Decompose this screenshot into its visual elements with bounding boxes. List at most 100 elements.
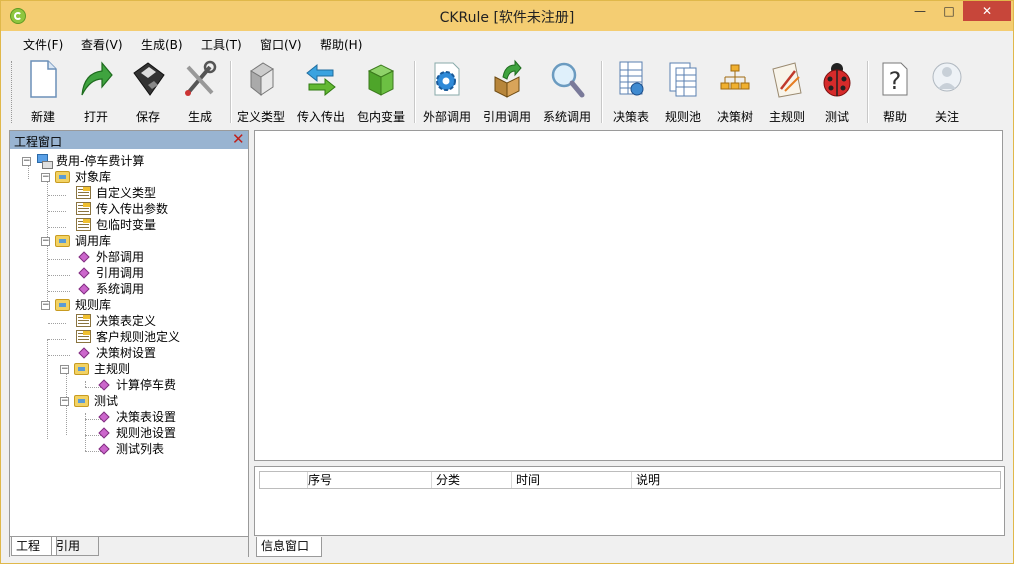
tree-node-external-call[interactable]: 外部调用 bbox=[66, 249, 226, 265]
help-button[interactable]: ? 帮助 bbox=[869, 55, 921, 127]
tab-info-window[interactable]: 信息窗口 bbox=[256, 537, 322, 557]
follow-label: 关注 bbox=[934, 110, 959, 124]
editor-area[interactable] bbox=[254, 130, 1003, 461]
tree-node-test-list[interactable]: 测试列表 bbox=[86, 441, 226, 457]
build-label: 生成 bbox=[187, 110, 212, 124]
tree-label: 决策树设置 bbox=[96, 346, 157, 360]
in-out-label: 传入传出 bbox=[296, 110, 345, 124]
diamond-icon bbox=[98, 411, 110, 423]
tree-node-decision-tree-set[interactable]: 决策树设置 bbox=[66, 345, 226, 361]
column-category[interactable]: 分类 bbox=[432, 472, 512, 488]
close-panel-icon[interactable]: ✕ bbox=[232, 131, 245, 148]
menu-help[interactable]: 帮助(H) bbox=[320, 36, 362, 53]
tree-node-pool-setting[interactable]: 规则池设置 bbox=[86, 425, 226, 441]
tree-node-io-params[interactable]: 传入传出参数 bbox=[66, 201, 226, 217]
menu-window[interactable]: 窗口(V) bbox=[260, 36, 302, 53]
build-button[interactable]: 生成 bbox=[174, 55, 226, 127]
gear-icon bbox=[434, 62, 460, 96]
tree-label: 决策表定义 bbox=[96, 314, 157, 328]
tree-node-rule-lib[interactable]: − 规则库 bbox=[41, 297, 221, 313]
tab-reference[interactable]: 引用 bbox=[51, 537, 99, 556]
test-label: 测试 bbox=[824, 110, 849, 124]
tree-node-ref-call[interactable]: 引用调用 bbox=[66, 265, 226, 281]
table-icon bbox=[76, 202, 91, 215]
tree-node-dt-setting[interactable]: 决策表设置 bbox=[86, 409, 226, 425]
menu-view[interactable]: 查看(V) bbox=[81, 36, 123, 53]
column-category-label: 分类 bbox=[436, 473, 461, 487]
diamond-icon bbox=[98, 443, 110, 455]
open-button[interactable]: 打开 bbox=[70, 55, 122, 127]
collapse-icon[interactable]: − bbox=[22, 157, 31, 166]
table-icon bbox=[76, 330, 91, 343]
main-window: CKRule [软件未注册] — □ ✕ 文件(F) 查看(V) 生成(B) 工… bbox=[0, 0, 1014, 564]
decision-table-button[interactable]: 决策表 bbox=[605, 55, 657, 127]
tree-label: 系统调用 bbox=[96, 282, 145, 296]
menu-build[interactable]: 生成(B) bbox=[141, 36, 183, 53]
collapse-icon[interactable]: − bbox=[60, 365, 69, 374]
title-bar[interactable]: CKRule [软件未注册] — □ ✕ bbox=[1, 1, 1013, 31]
tree-label: 计算停车费 bbox=[116, 378, 177, 392]
define-type-button[interactable]: 定义类型 bbox=[235, 55, 287, 127]
in-out-button[interactable]: 传入传出 bbox=[295, 55, 347, 127]
save-button[interactable]: 保存 bbox=[122, 55, 174, 127]
main-rule-icon bbox=[772, 62, 802, 98]
tree-label: 规则池设置 bbox=[116, 426, 177, 440]
tree-node-pkg-vars[interactable]: 包临时变量 bbox=[66, 217, 226, 233]
folder-icon bbox=[55, 235, 70, 247]
column-blank bbox=[260, 472, 308, 488]
follow-button[interactable]: 关注 bbox=[921, 55, 973, 127]
tree-label: 规则库 bbox=[75, 298, 112, 312]
info-tab-bar: 信息窗口 bbox=[254, 537, 1005, 557]
tree-node-root[interactable]: − 费用-停车费计算 bbox=[22, 153, 222, 169]
close-button[interactable]: ✕ bbox=[963, 1, 1011, 21]
table-icon bbox=[76, 218, 91, 231]
tree-node-decision-table-def[interactable]: 决策表定义 bbox=[66, 313, 226, 329]
menu-file[interactable]: 文件(F) bbox=[23, 36, 63, 53]
tree-node-main-rule[interactable]: − 主规则 bbox=[60, 361, 220, 377]
tree-label: 测试列表 bbox=[116, 442, 165, 456]
magnifier-icon bbox=[551, 62, 585, 98]
collapse-icon[interactable]: − bbox=[41, 173, 50, 182]
floppy-disk-icon bbox=[133, 62, 165, 96]
system-call-button[interactable]: 系统调用 bbox=[541, 55, 593, 127]
collapse-icon[interactable]: − bbox=[41, 301, 50, 310]
decision-tree-button[interactable]: 决策树 bbox=[709, 55, 761, 127]
diamond-icon bbox=[98, 379, 110, 391]
test-button[interactable]: 测试 bbox=[811, 55, 863, 127]
open-arrow-icon bbox=[81, 61, 113, 96]
package-vars-button[interactable]: 包内变量 bbox=[355, 55, 407, 127]
tree-node-call-lib[interactable]: − 调用库 bbox=[41, 233, 221, 249]
maximize-button[interactable]: □ bbox=[935, 1, 963, 21]
decision-tree-icon bbox=[720, 64, 750, 90]
collapse-icon[interactable]: − bbox=[60, 397, 69, 406]
tree-node-object-lib[interactable]: − 对象库 bbox=[41, 169, 221, 185]
column-time-label: 时间 bbox=[516, 473, 541, 487]
column-time[interactable]: 时间 bbox=[512, 472, 632, 488]
ref-call-button[interactable]: 引用调用 bbox=[481, 55, 533, 127]
tree-node-custom-type[interactable]: 自定义类型 bbox=[66, 185, 226, 201]
diamond-icon bbox=[78, 251, 90, 263]
column-desc[interactable]: 说明 bbox=[632, 472, 1000, 488]
minimize-button[interactable]: — bbox=[906, 1, 934, 21]
help-icon: ? bbox=[882, 62, 908, 96]
tree-label: 决策表设置 bbox=[116, 410, 177, 424]
rule-pool-button[interactable]: 规则池 bbox=[657, 55, 709, 127]
project-panel: 工程窗口 ✕ − 费用-停车费计算 − 对象库 自定义类型 传入传出参数 包临时… bbox=[9, 130, 249, 557]
new-button[interactable]: 新建 bbox=[17, 55, 69, 127]
diamond-icon bbox=[78, 283, 90, 295]
external-call-button[interactable]: 外部调用 bbox=[421, 55, 473, 127]
toolbar: 新建 打开 保存 生成 定义类型 传入传出 包内变量 外部调用 引用调用 系统调… bbox=[9, 55, 1007, 128]
collapse-icon[interactable]: − bbox=[41, 237, 50, 246]
tree-node-test[interactable]: − 测试 bbox=[60, 393, 220, 409]
menu-tools[interactable]: 工具(T) bbox=[201, 36, 242, 53]
tree-node-system-call[interactable]: 系统调用 bbox=[66, 281, 226, 297]
ladybug-icon bbox=[823, 63, 851, 97]
tree-label: 自定义类型 bbox=[96, 186, 157, 200]
tree-node-client-pool-def[interactable]: 客户规则池定义 bbox=[66, 329, 236, 345]
column-seq[interactable]: 序号 bbox=[308, 472, 432, 488]
folder-icon bbox=[55, 299, 70, 311]
package-box-icon bbox=[367, 64, 395, 96]
tree-label: 传入传出参数 bbox=[96, 202, 169, 216]
tree-node-calc-fee[interactable]: 计算停车费 bbox=[86, 377, 226, 393]
tree-label: 包临时变量 bbox=[96, 218, 157, 232]
